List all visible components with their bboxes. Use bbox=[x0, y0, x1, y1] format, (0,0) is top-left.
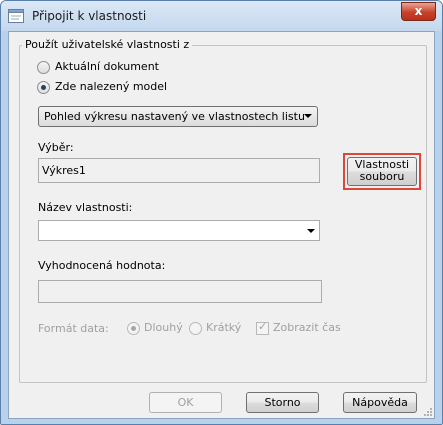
radio-current-document-indicator[interactable] bbox=[37, 61, 50, 74]
property-name-label: Název vlastnosti: bbox=[38, 201, 133, 214]
selection-field: Výkres1 bbox=[38, 158, 320, 183]
app-icon bbox=[8, 9, 24, 23]
file-properties-button-line2: souboru bbox=[359, 170, 405, 183]
radio-date-short-label[interactable]: Krátký bbox=[206, 321, 241, 334]
file-properties-button-highlight: Vlastnosti souboru bbox=[343, 153, 421, 190]
chevron-down-icon[interactable] bbox=[307, 229, 315, 233]
property-name-value bbox=[39, 224, 42, 237]
chevron-down-icon[interactable] bbox=[304, 114, 312, 118]
title-bar[interactable]: Připojit k vlastnosti x bbox=[1, 1, 442, 31]
dialog-client-area: Použít uživatelské vlastnosti z Aktuální… bbox=[8, 31, 435, 419]
selection-value: Výkres1 bbox=[42, 164, 86, 177]
cancel-button-label: Storno bbox=[264, 396, 301, 409]
help-button[interactable]: Nápověda bbox=[343, 392, 417, 413]
help-button-label: Nápověda bbox=[352, 396, 408, 409]
groupbox-caption: Použít uživatelské vlastnosti z bbox=[22, 38, 193, 51]
radio-date-long-label[interactable]: Dlouhý bbox=[144, 321, 183, 334]
property-name-combobox[interactable] bbox=[38, 220, 320, 241]
radio-date-long-indicator[interactable] bbox=[127, 322, 140, 335]
selection-label: Výběr: bbox=[38, 141, 74, 154]
close-icon: x bbox=[414, 4, 423, 18]
file-properties-button[interactable]: Vlastnosti souboru bbox=[347, 157, 417, 186]
view-select-value: Pohled výkresu nastavený ve vlastnostech… bbox=[44, 110, 305, 123]
checkbox-show-time-label[interactable]: Zobrazit čas bbox=[273, 321, 341, 334]
evaluated-value-label: Vyhodnocená hodnota: bbox=[38, 259, 166, 272]
view-select[interactable]: Pohled výkresu nastavený ve vlastnostech… bbox=[38, 106, 318, 127]
radio-date-short-indicator[interactable] bbox=[189, 322, 202, 335]
radio-model-found-here-indicator[interactable] bbox=[37, 81, 50, 94]
close-button[interactable]: x bbox=[401, 2, 436, 21]
dialog-window: Připojit k vlastnosti x Použít uživatels… bbox=[0, 0, 443, 425]
ok-button-label: OK bbox=[177, 396, 194, 409]
radio-model-found-here-label[interactable]: Zde nalezený model bbox=[55, 80, 167, 93]
window-title: Připojit k vlastnosti bbox=[32, 9, 147, 23]
cancel-button[interactable]: Storno bbox=[246, 392, 319, 413]
evaluated-value-field bbox=[38, 280, 322, 303]
checkbox-show-time-box[interactable] bbox=[256, 320, 269, 335]
date-format-label: Formát data: bbox=[38, 322, 109, 335]
resize-grip-icon[interactable] bbox=[423, 407, 433, 417]
radio-current-document-label[interactable]: Aktuální dokument bbox=[55, 60, 159, 73]
ok-button[interactable]: OK bbox=[149, 392, 222, 413]
